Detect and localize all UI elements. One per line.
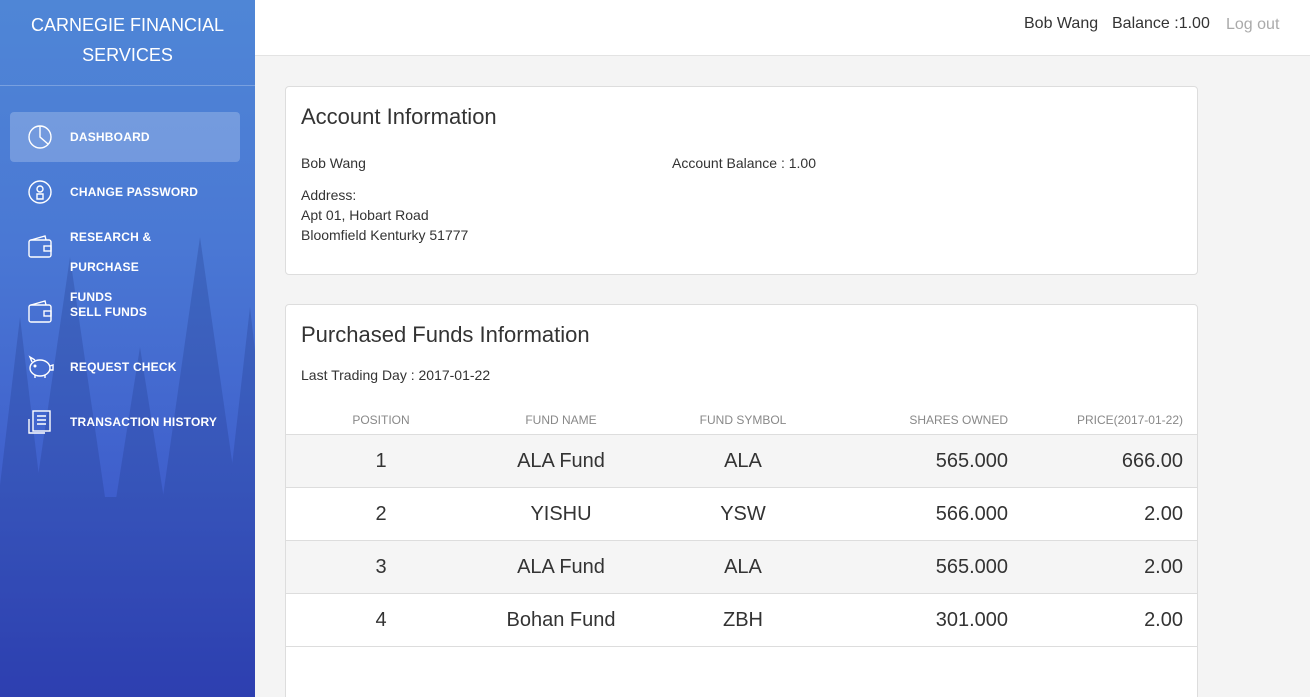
sidebar-item-change-password[interactable]: CHANGE PASSWORD (10, 167, 240, 217)
sidebar-item-label: REQUEST CHECK (70, 360, 177, 374)
column-header-fund-symbol: FUND SYMBOL (699, 413, 787, 427)
cell-position: 1 (375, 450, 387, 472)
sidebar-item-transaction-history[interactable]: TRANSACTION HISTORY (10, 397, 240, 447)
sidebar-item-dashboard[interactable]: DASHBOARD (10, 112, 240, 162)
cell-shares-owned: 565.000 (935, 556, 1008, 578)
funds-table: POSITION FUND NAME FUND SYMBOL SHARES OW… (286, 405, 1197, 647)
user-name: Bob Wang (1024, 15, 1099, 32)
address-line1: Apt 01, Hobart Road (301, 207, 429, 223)
sidebar: CARNEGIE FINANCIAL SERVICES DASHBOARD CH… (0, 0, 255, 697)
cell-fund-name: Bohan Fund (506, 609, 616, 631)
brand-title-line2: SERVICES (82, 45, 173, 65)
account-information-card: Account Information Bob Wang Account Bal… (285, 86, 1198, 275)
cell-shares-owned: 566.000 (935, 503, 1008, 525)
table-row: 1 ALA Fund ALA 565.000 666.00 (286, 435, 1197, 488)
table-row: 3 ALA Fund ALA 565.000 2.00 (286, 541, 1197, 594)
column-header-shares-owned: SHARES OWNED (909, 413, 1008, 427)
receipt-icon (10, 409, 70, 435)
cell-fund-name: ALA Fund (517, 556, 605, 578)
column-header-price: PRICE(2017-01-22) (1076, 413, 1183, 427)
last-trading-day: Last Trading Day : 2017-01-22 (301, 367, 491, 383)
address-line2: Bloomfield Kenturky 51777 (301, 227, 469, 243)
pie-chart-icon (10, 124, 70, 150)
sidebar-item-request-check[interactable]: REQUEST CHECK (10, 342, 240, 392)
cell-fund-symbol: ZBH (723, 609, 763, 631)
sidebar-item-sell-funds[interactable]: SELL FUNDS (10, 287, 240, 337)
logout-link[interactable]: Log out (1226, 16, 1279, 34)
cell-price: 2.00 (1144, 556, 1183, 578)
table-row: 4 Bohan Fund ZBH 301.000 2.00 (286, 594, 1197, 647)
cell-fund-symbol: ALA (724, 450, 762, 472)
cell-fund-name: ALA Fund (517, 450, 605, 472)
account-name: Bob Wang (301, 155, 366, 171)
sidebar-item-label: CHANGE PASSWORD (70, 185, 199, 199)
sidebar-item-label: DASHBOARD (70, 130, 150, 144)
cell-fund-symbol: YSW (720, 503, 766, 525)
cell-position: 2 (375, 503, 387, 525)
account-balance: Account Balance : 1.00 (672, 155, 816, 171)
sidebar-item-label-line1: RESEARCH & PURCHASE (70, 230, 152, 274)
cell-position: 4 (375, 609, 387, 631)
cell-shares-owned: 301.000 (935, 609, 1008, 631)
purchased-funds-card: Purchased Funds Information Last Trading… (285, 304, 1198, 697)
table-header: POSITION FUND NAME FUND SYMBOL SHARES OW… (286, 405, 1197, 435)
sidebar-nav: DASHBOARD CHANGE PASSWORD RESEARCH & PUR… (10, 112, 240, 452)
top-bar: Bob Wang Balance :1.00 Log out (255, 0, 1310, 56)
cell-price: 666.00 (1121, 450, 1183, 472)
column-header-position: POSITION (352, 413, 410, 427)
table-row: 2 YISHU YSW 566.000 2.00 (286, 488, 1197, 541)
cell-fund-symbol: ALA (724, 556, 762, 578)
cell-shares-owned: 565.000 (935, 450, 1008, 472)
brand-title: CARNEGIE FINANCIAL SERVICES (0, 0, 255, 86)
cell-price: 2.00 (1144, 503, 1183, 525)
cell-position: 3 (375, 556, 387, 578)
sidebar-item-label: SELL FUNDS (70, 305, 148, 319)
brand-title-line1: CARNEGIE FINANCIAL (30, 15, 225, 35)
address-label: Address: (301, 187, 357, 203)
sidebar-item-label: TRANSACTION HISTORY (70, 415, 218, 429)
column-header-fund-name: FUND NAME (525, 413, 597, 427)
piggy-bank-icon (10, 354, 70, 380)
purchased-funds-title: Purchased Funds Information (301, 322, 590, 347)
lock-icon (10, 179, 70, 205)
account-information-title: Account Information (301, 104, 497, 129)
cell-fund-name: YISHU (530, 503, 592, 525)
wallet-icon (10, 299, 70, 325)
balance-display: Balance :1.00 (1112, 15, 1210, 32)
wallet-icon (10, 234, 70, 260)
cell-price: 2.00 (1144, 609, 1183, 631)
sidebar-item-research-purchase-funds[interactable]: RESEARCH & PURCHASE FUNDS (10, 222, 240, 304)
